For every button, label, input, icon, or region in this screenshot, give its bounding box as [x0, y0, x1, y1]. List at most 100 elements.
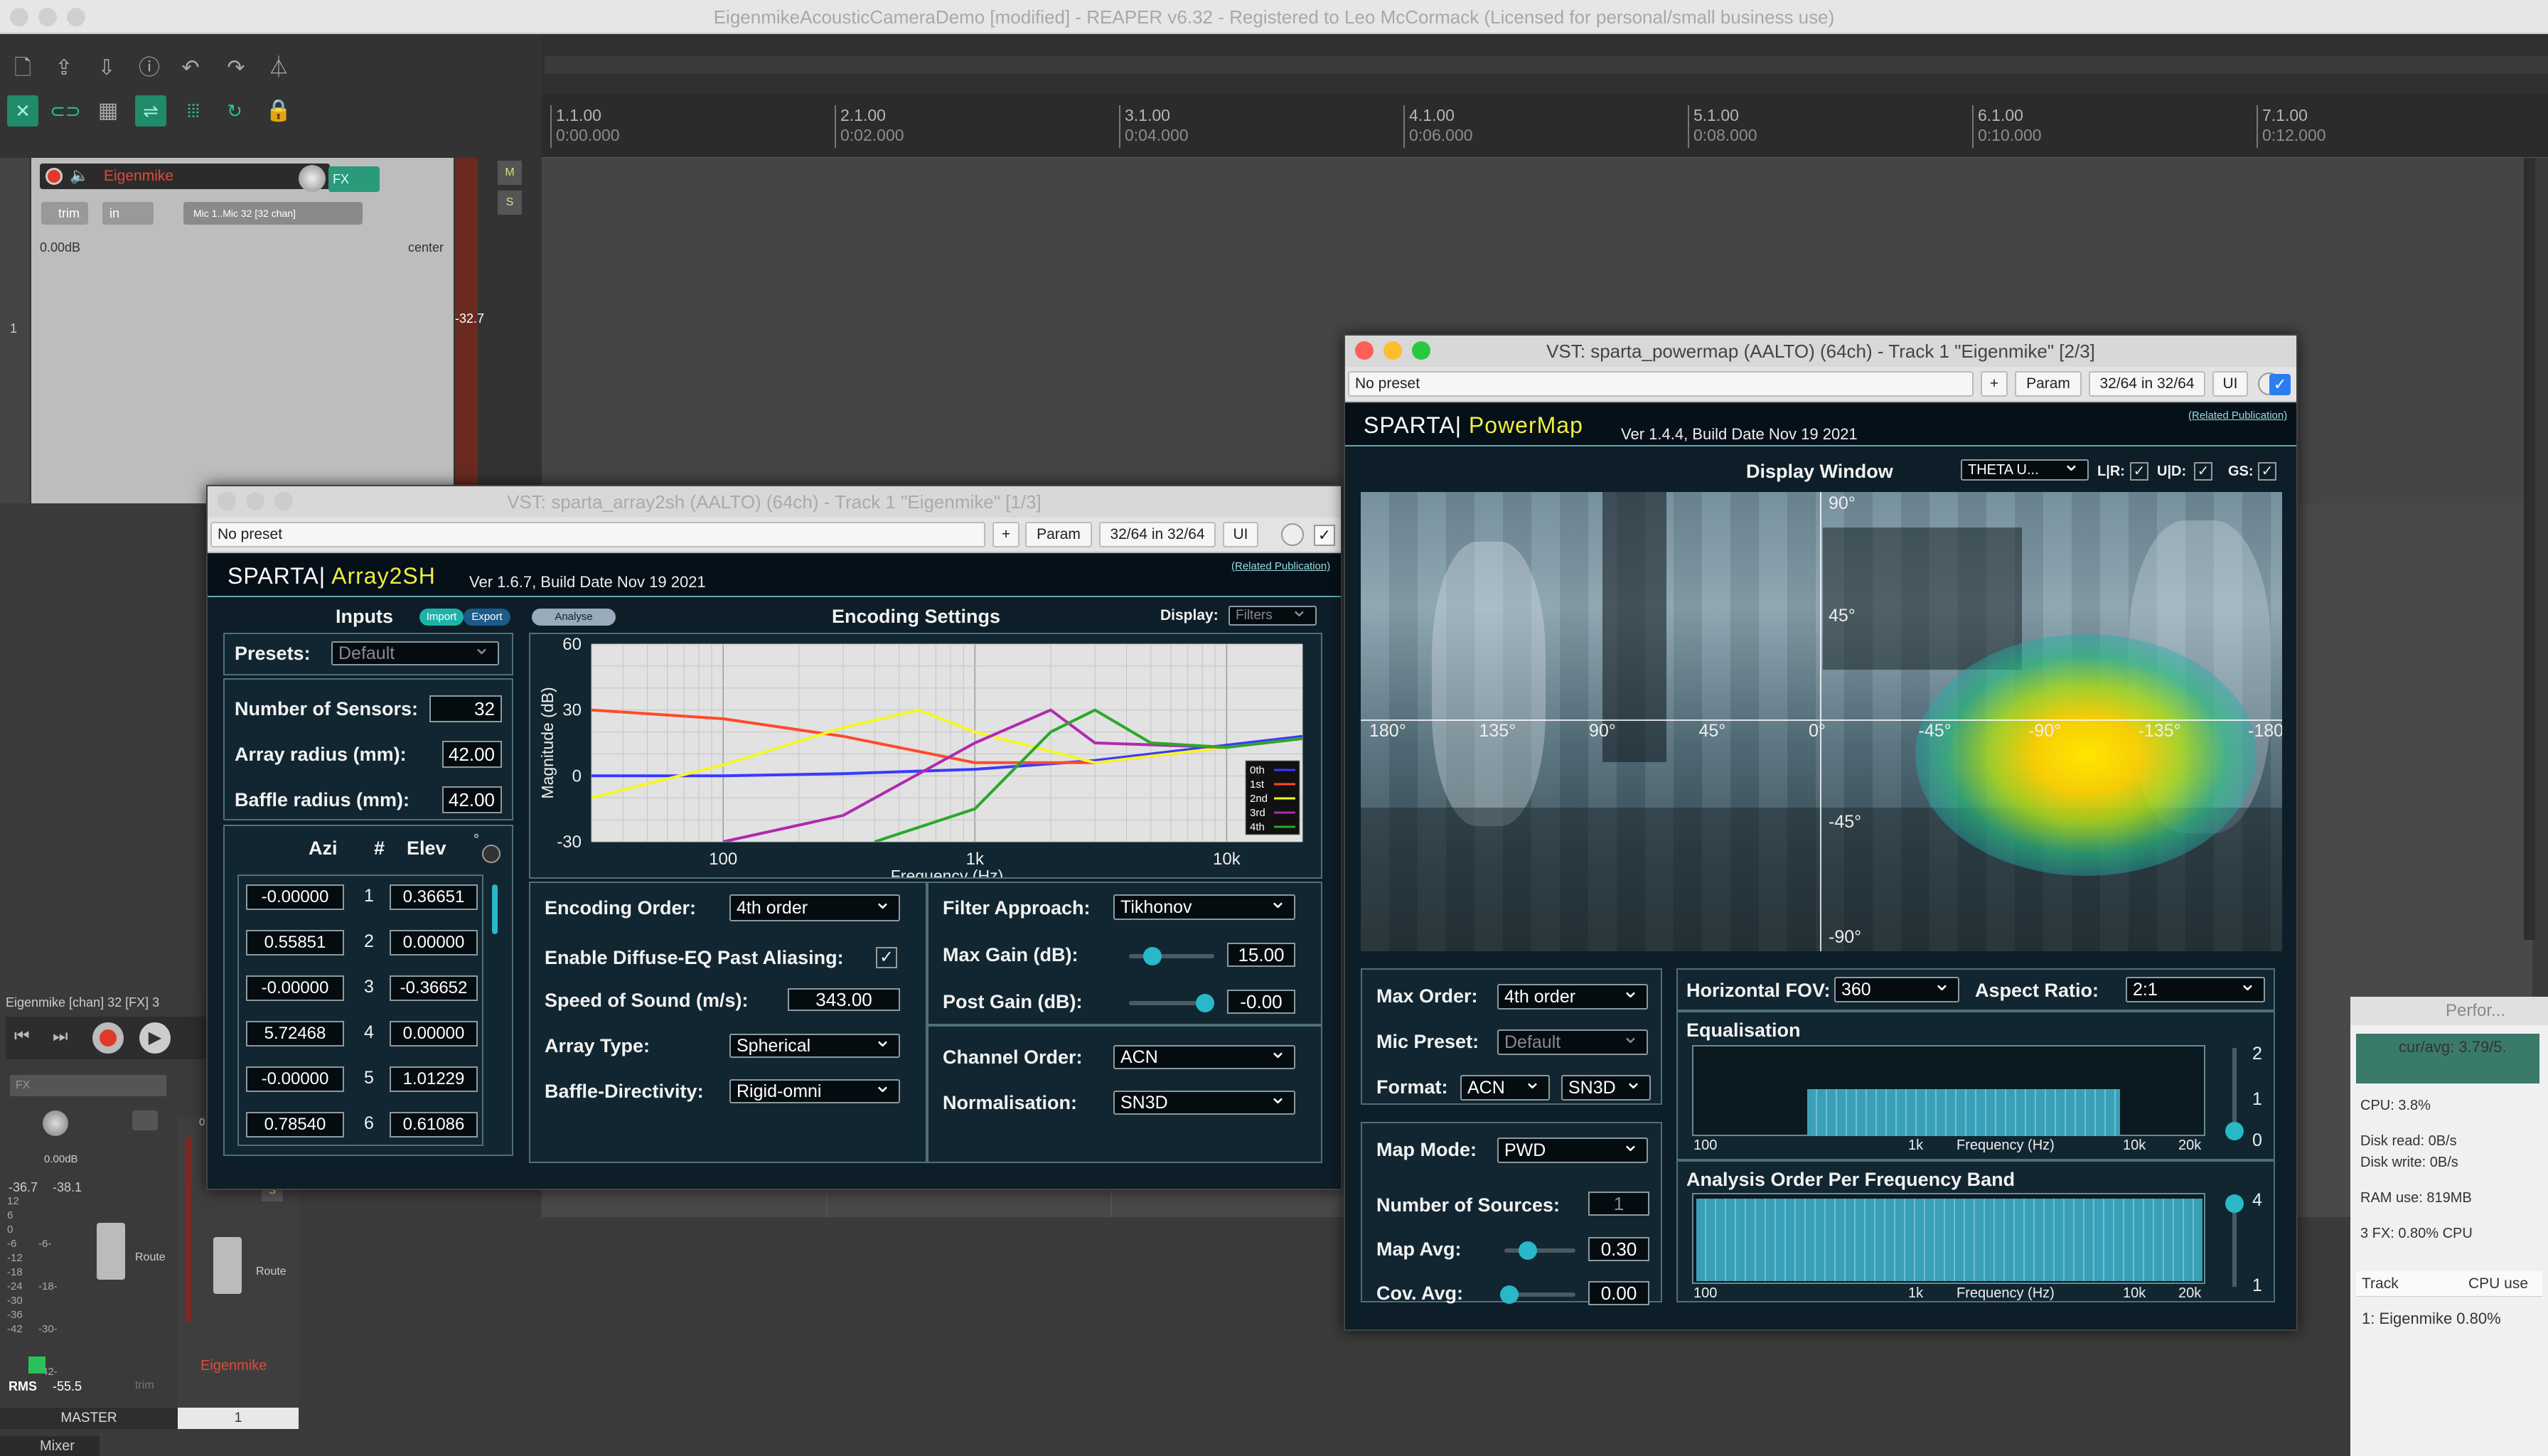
map-mode-dropdown[interactable]: PWD — [1497, 1133, 1648, 1163]
minimize-icon[interactable] — [246, 492, 264, 510]
cov-avg-slider[interactable] — [1500, 1285, 1575, 1304]
powermap-related-link[interactable]: (Related Publication) — [2188, 410, 2287, 422]
strip-fader[interactable] — [213, 1237, 242, 1294]
sensor-elev-field[interactable]: 0.61086 — [390, 1112, 478, 1138]
input-select[interactable]: Mic 1..Mic 32 [32 chan] — [183, 202, 363, 225]
array2sh-plus-button[interactable]: + — [992, 522, 1019, 547]
project-settings-icon[interactable]: ⓘ — [135, 54, 164, 82]
num-sensors-field[interactable]: 32 — [429, 695, 502, 722]
perf-row[interactable]: 1: Eigenmike 0.80% — [2362, 1310, 2501, 1328]
mixer-master-fader[interactable] — [97, 1223, 125, 1280]
equalisation-slider[interactable] — [2225, 1048, 2244, 1140]
cov-avg-field[interactable]: 0.00 — [1588, 1281, 1649, 1305]
ripple-edit-icon[interactable]: ✕ — [7, 95, 38, 127]
minimize-icon[interactable] — [1383, 341, 1402, 360]
lr-flip-checkbox[interactable]: ✓ — [2130, 462, 2148, 481]
encoding-order-dropdown[interactable]: 4th order — [729, 890, 900, 921]
grid-icon[interactable]: ▦ — [94, 97, 122, 125]
timeline-ruler[interactable]: 1.1.00 0:00.000 2.1.00 0:02.000 3.1.00 0:04… — [542, 94, 2548, 158]
array2sh-bypass-icon[interactable] — [1281, 523, 1304, 546]
skip-forward-icon[interactable]: ⏭ — [53, 1027, 68, 1046]
envelope-lock-icon[interactable]: ⇌ — [135, 95, 166, 127]
play-button[interactable]: ▶ — [139, 1022, 171, 1054]
powermap-plus-button[interactable]: + — [1981, 371, 2008, 397]
analysis-order-slider[interactable] — [2225, 1194, 2244, 1287]
diffuse-eq-checkbox[interactable]: ✓ — [876, 947, 897, 968]
speaker-icon[interactable]: 🔈 — [70, 166, 89, 185]
analyse-button[interactable]: Analyse — [532, 609, 616, 626]
skip-back-icon[interactable]: ⏮ — [14, 1027, 30, 1046]
array2sh-preset-select[interactable]: No preset — [210, 522, 985, 547]
array2sh-io-button[interactable]: 32/64 in 32/64 — [1099, 522, 1216, 547]
sensor-azi-field[interactable]: -0.00000 — [246, 884, 344, 910]
mixer-fx-slot[interactable]: FX — [10, 1075, 166, 1096]
zoom-icon[interactable] — [1412, 341, 1430, 360]
mixer-phase-button[interactable] — [132, 1110, 158, 1130]
powermap-ui-button[interactable]: UI — [2212, 371, 2248, 397]
baffle-directivity-dropdown[interactable]: Rigid-omni — [729, 1075, 900, 1103]
sensor-elev-field[interactable]: 0.36651 — [390, 884, 478, 910]
greyscale-checkbox[interactable]: ✓ — [2258, 462, 2276, 481]
sensor-azi-field[interactable]: -0.00000 — [246, 1066, 344, 1092]
mute-button[interactable]: M — [498, 161, 522, 185]
save-project-icon[interactable]: ⇩ — [92, 54, 121, 82]
input-monitor-button[interactable]: in — [102, 202, 154, 225]
filter-approach-dropdown[interactable]: Tikhonov — [1113, 890, 1295, 920]
loop-icon[interactable]: ↻ — [219, 95, 250, 127]
sensor-azi-field[interactable]: 0.55851 — [246, 930, 344, 956]
sensor-elev-field[interactable]: 0.00000 — [390, 930, 478, 956]
track-header[interactable]: 🔈 Eigenmike FX trim in Mic 1..Mic 32 [32… — [31, 158, 454, 503]
power-map-display[interactable]: 180° 135° 90° 45° 0° -45° -90° -135° -180° 90° 4… — [1361, 492, 2282, 951]
sensor-elev-field[interactable]: -0.36652 — [390, 975, 478, 1001]
solo-button[interactable]: S — [498, 191, 522, 215]
perf-col-cpu[interactable]: CPU use — [2468, 1271, 2528, 1297]
presets-dropdown[interactable]: Default — [331, 637, 499, 665]
mixer-pan-knob[interactable] — [43, 1110, 68, 1136]
sensor-azi-field[interactable]: -0.00000 — [246, 975, 344, 1001]
mic-preset-dropdown[interactable]: Default — [1497, 1025, 1648, 1055]
post-gain-slider[interactable] — [1129, 994, 1214, 1012]
track-name-box[interactable]: 🔈 Eigenmike — [40, 164, 330, 192]
perf-table-header[interactable]: Track CPU use — [2356, 1271, 2542, 1297]
horizontal-fov-dropdown[interactable]: 360 — [1834, 973, 1959, 1002]
powermap-enable-checkbox[interactable]: ✓ — [2269, 374, 2291, 395]
aspect-ratio-dropdown[interactable]: 2:1 — [2126, 973, 2265, 1002]
undo-icon[interactable]: ↶ — [176, 54, 205, 82]
ud-flip-checkbox[interactable]: ✓ — [2194, 462, 2212, 481]
redo-icon[interactable]: ↷ — [222, 54, 250, 82]
open-project-icon[interactable]: ⇪ — [50, 54, 78, 82]
map-avg-field[interactable]: 0.30 — [1588, 1237, 1649, 1261]
sensor-list-scrollbar[interactable] — [492, 884, 498, 934]
channel-order-dropdown[interactable]: ACN — [1460, 1071, 1550, 1101]
display-dropdown[interactable]: Filters — [1228, 601, 1317, 626]
degrees-toggle[interactable] — [482, 845, 500, 863]
equalisation-graph[interactable] — [1692, 1045, 2205, 1136]
speed-of-sound-field[interactable]: 343.00 — [788, 988, 900, 1011]
metronome-icon[interactable]: ⏃ — [264, 54, 293, 82]
new-project-icon[interactable]: 🗋 — [9, 54, 37, 82]
normalisation-dropdown[interactable]: SN3D — [1113, 1086, 1295, 1115]
powermap-io-button[interactable]: 32/64 in 32/64 — [2089, 371, 2205, 397]
mixer-route-button[interactable]: Route — [135, 1251, 166, 1264]
perf-col-track[interactable]: Track — [2362, 1271, 2399, 1297]
record-button[interactable] — [92, 1022, 124, 1054]
map-avg-slider[interactable] — [1504, 1241, 1575, 1260]
snap-icon[interactable]: ⦙⦙⦙ — [178, 95, 209, 127]
sensor-azi-field[interactable]: 0.78540 — [246, 1112, 344, 1138]
strip-route-button[interactable]: Route — [256, 1265, 287, 1278]
powermap-param-button[interactable]: Param — [2015, 371, 2082, 397]
record-arm-button[interactable] — [46, 168, 63, 185]
baffle-radius-field[interactable]: 42.00 — [442, 786, 502, 813]
volume-knob[interactable] — [299, 165, 326, 192]
num-sources-field[interactable]: 1 — [1588, 1192, 1649, 1216]
fx-button[interactable]: FX — [328, 166, 380, 192]
vertical-scrollbar[interactable] — [2524, 158, 2535, 940]
normalisation-dropdown[interactable]: SN3D — [1561, 1071, 1651, 1101]
sensor-azi-field[interactable]: 5.72468 — [246, 1021, 344, 1046]
max-gain-field[interactable]: 15.00 — [1227, 943, 1295, 967]
max-order-dropdown[interactable]: 4th order — [1497, 980, 1648, 1010]
channel-order-dropdown[interactable]: ACN — [1113, 1041, 1295, 1069]
import-button[interactable]: Import — [419, 609, 464, 626]
post-gain-field[interactable]: -0.00 — [1227, 990, 1295, 1014]
sensor-elev-field[interactable]: 1.01229 — [390, 1066, 478, 1092]
